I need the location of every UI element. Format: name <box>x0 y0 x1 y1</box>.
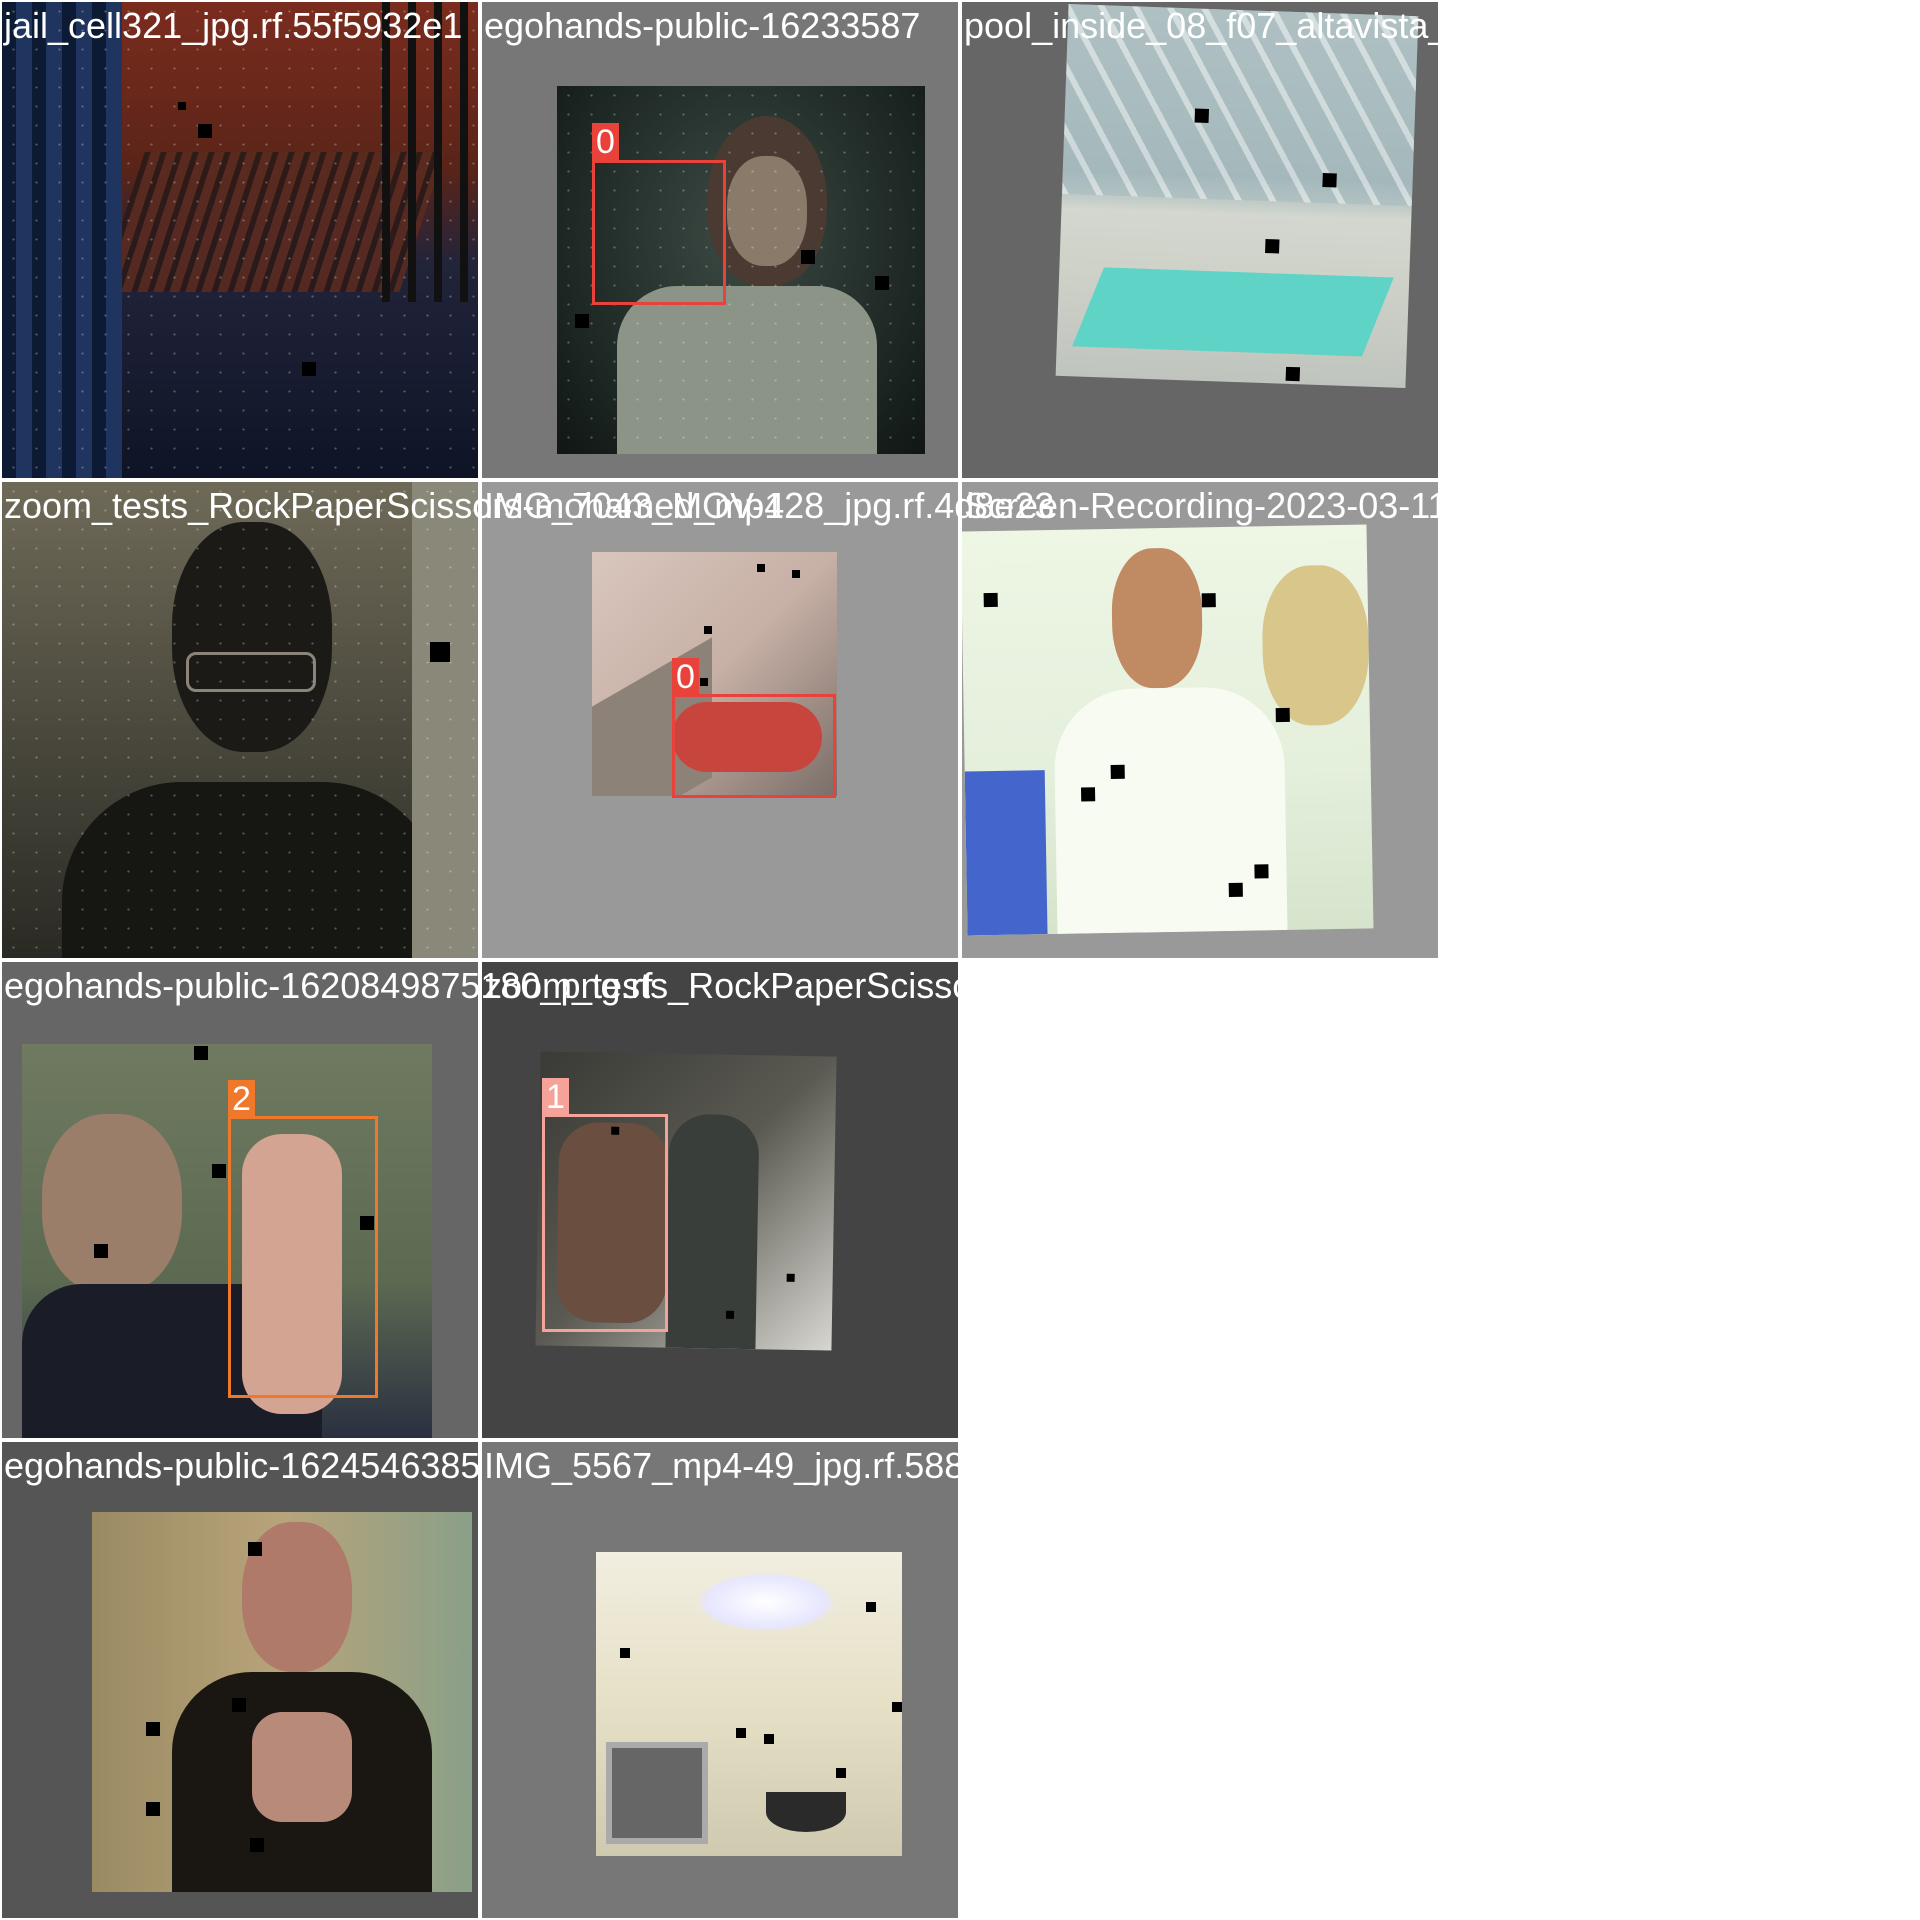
image-img-5567 <box>596 1552 902 1856</box>
ceiling-light <box>696 1572 836 1632</box>
image-egohands-3 <box>92 1512 472 1892</box>
image-jail-cell <box>2 2 478 478</box>
bbox-label-0: 0 <box>592 123 619 161</box>
tile-jail-cell <box>2 2 478 478</box>
tile-egohands-1: 0 <box>482 2 958 478</box>
bbox-0b <box>672 694 836 798</box>
tile-zoom-1 <box>2 482 478 958</box>
caption-tile-9: egohands-public-1624546385 <box>4 1445 481 1486</box>
man-body <box>1053 685 1288 934</box>
image-pool <box>1055 4 1419 388</box>
caption-tile-2: egohands-public-16233587 <box>484 5 921 46</box>
image-zoom-1 <box>2 482 478 958</box>
hand <box>252 1712 352 1822</box>
second-person <box>1261 564 1370 727</box>
man-head <box>1110 547 1204 689</box>
caption-tile-3: pool_inside_08_f07_altavista_jpg.rf.492b… <box>964 5 1639 46</box>
bbox-label-1: 1 <box>542 1078 569 1116</box>
tile-zoom-2: 1 <box>482 962 958 1438</box>
painting <box>964 770 1048 936</box>
image-screen-recording <box>962 524 1374 936</box>
tile-img-7043: 0 <box>482 482 958 958</box>
bbox-1 <box>542 1114 668 1332</box>
bbox-0 <box>592 160 726 305</box>
bowl <box>766 1792 846 1832</box>
caption-tile-10: IMG_5567_mp4-49_jpg.rf.588018368e2b1d250 <box>484 1445 1245 1486</box>
tile-egohands-2: 2 <box>2 962 478 1438</box>
caption-tile-6: Screen-Recording-2023-03-11-at-9_48_18-P <box>964 485 1678 526</box>
caption-tile-1: jail_cell321_jpg.rf.55f5932e1 <box>4 5 463 46</box>
bbox-label-2: 2 <box>228 1080 255 1118</box>
pool-water <box>1072 267 1394 357</box>
tile-egohands-3 <box>2 1442 478 1918</box>
tile-img-5567 <box>482 1442 958 1918</box>
tile-screen-recording <box>962 482 1438 958</box>
person <box>665 1113 760 1350</box>
man-head <box>42 1114 182 1294</box>
caption-tile-8: zoom_tests_RockPaperScissors-mohamed_mp4 <box>484 965 1265 1006</box>
wall-art <box>606 1742 708 1844</box>
bbox-label-0b: 0 <box>672 658 699 696</box>
bbox-2 <box>228 1116 378 1398</box>
tile-pool <box>962 2 1438 478</box>
